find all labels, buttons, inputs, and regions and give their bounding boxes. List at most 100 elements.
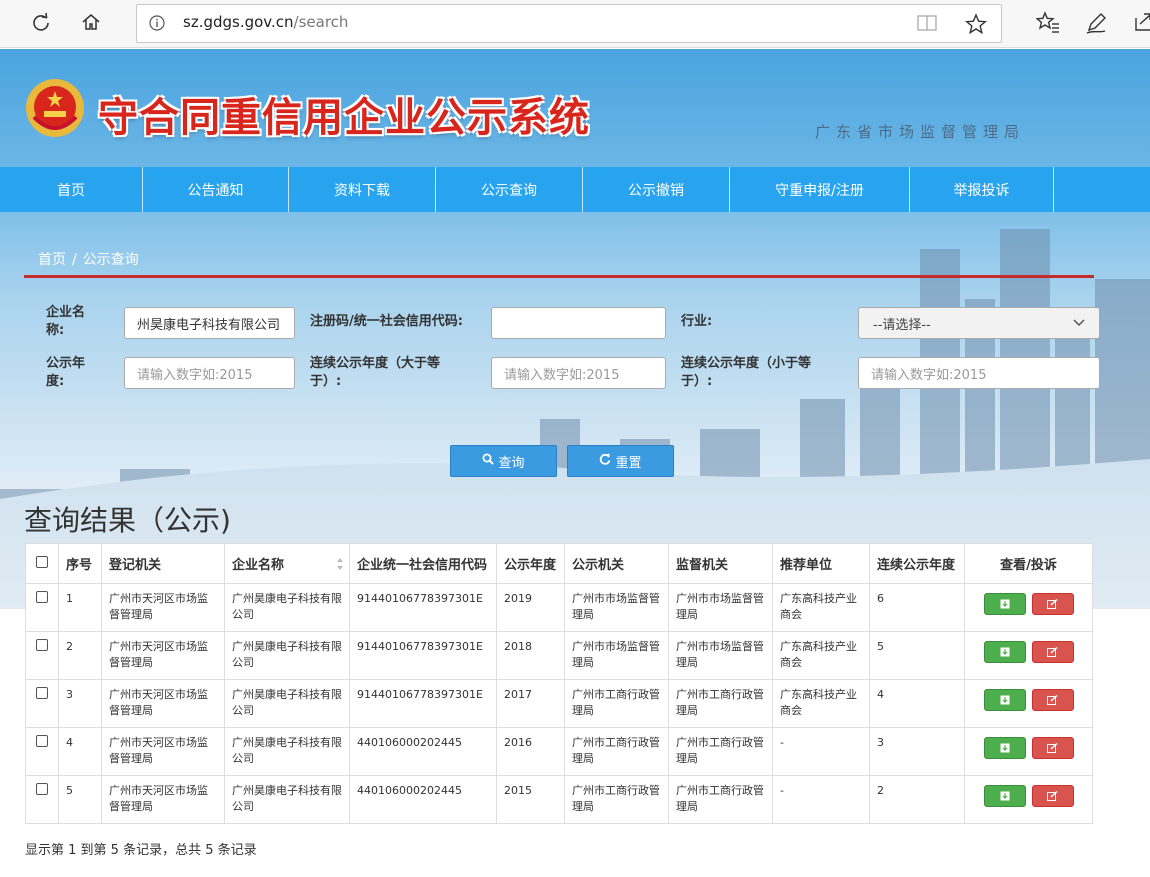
- cell-supervisor: 广州市工商行政管理局: [668, 727, 773, 776]
- table-row: 2 广州市天河区市场监督管理局 广州昊康电子科技有限公司 91440106778…: [25, 631, 1093, 680]
- cell-no: 5: [58, 775, 102, 824]
- row-select-cell: [25, 631, 59, 680]
- cell-recommender: -: [772, 775, 870, 824]
- download-icon: [1000, 599, 1009, 609]
- cell-credit-code: 91440106778397301E: [349, 631, 497, 680]
- cell-company-name: 广州昊康电子科技有限公司: [224, 727, 350, 776]
- table-row: 4 广州市天河区市场监督管理局 广州昊康电子科技有限公司 44010600020…: [25, 727, 1093, 776]
- row-select-cell: [25, 583, 59, 632]
- col-company-name-label: 企业名称: [232, 558, 285, 573]
- favorite-star-icon[interactable]: [964, 13, 988, 39]
- reading-view-icon[interactable]: [917, 14, 937, 36]
- browser-toolbar: sz.gdgs.gov.cn/search: [0, 0, 1150, 48]
- search-icon: [482, 453, 495, 469]
- nav-notices[interactable]: 公告通知: [143, 167, 289, 212]
- cell-supervisor: 广州市市场监督管理局: [668, 583, 773, 632]
- cont-year-lte-input[interactable]: 请输入数字如:2015: [858, 357, 1100, 389]
- address-bar[interactable]: sz.gdgs.gov.cn/search: [136, 4, 1002, 43]
- cell-actions: [964, 775, 1093, 824]
- reset-icon: [599, 453, 611, 469]
- col-publish-authority[interactable]: 公示机关: [564, 543, 669, 584]
- reset-button[interactable]: 重置: [567, 445, 674, 477]
- col-year[interactable]: 公示年度: [496, 543, 565, 584]
- row-checkbox[interactable]: [36, 639, 48, 651]
- col-reg-authority[interactable]: 登记机关: [101, 543, 225, 584]
- nav-complaint[interactable]: 举报投诉: [910, 167, 1054, 212]
- cell-reg-authority: 广州市天河区市场监督管理局: [101, 679, 225, 728]
- cell-year: 2015: [496, 775, 565, 824]
- col-recommender[interactable]: 推荐单位: [772, 543, 870, 584]
- col-credit-code[interactable]: 企业统一社会信用代码: [349, 543, 497, 584]
- table-row: 3 广州市天河区市场监督管理局 广州昊康电子科技有限公司 91440106778…: [25, 679, 1093, 728]
- site-info-icon[interactable]: [149, 15, 165, 35]
- row-select-cell: [25, 679, 59, 728]
- row-checkbox[interactable]: [36, 783, 48, 795]
- industry-select-value: --请选择--: [873, 317, 931, 333]
- share-icon[interactable]: [1134, 10, 1150, 38]
- search-button[interactable]: 查询: [450, 445, 557, 477]
- cell-recommender: 广东高科技产业商会: [772, 679, 870, 728]
- cell-reg-authority: 广州市天河区市场监督管理局: [101, 727, 225, 776]
- favorites-list-icon[interactable]: [1035, 10, 1060, 38]
- col-continuous-years[interactable]: 连续公示年度: [869, 543, 965, 584]
- row-checkbox[interactable]: [36, 591, 48, 603]
- view-button[interactable]: [983, 737, 1026, 759]
- col-supervisor[interactable]: 监督机关: [668, 543, 773, 584]
- row-checkbox[interactable]: [36, 687, 48, 699]
- cell-company-name: 广州昊康电子科技有限公司: [224, 631, 350, 680]
- complaint-button[interactable]: [1031, 689, 1074, 711]
- complaint-button[interactable]: [1031, 641, 1074, 663]
- view-button[interactable]: [983, 593, 1026, 615]
- year-input[interactable]: 请输入数字如:2015: [124, 357, 295, 389]
- cell-reg-authority: 广州市天河区市场监督管理局: [101, 583, 225, 632]
- chevron-down-icon: [1073, 316, 1085, 331]
- col-company-name[interactable]: 企业名称: [224, 543, 350, 584]
- cell-year: 2017: [496, 679, 565, 728]
- pen-icon[interactable]: [1085, 10, 1109, 38]
- company-name-input[interactable]: 州昊康电子科技有限公司: [124, 307, 295, 339]
- cell-publish-authority: 广州市工商行政管理局: [564, 775, 669, 824]
- nav-downloads[interactable]: 资料下载: [289, 167, 436, 212]
- agency-name: 广东省市场监督管理局: [815, 123, 1026, 141]
- cont-year-gte-input[interactable]: 请输入数字如:2015: [491, 357, 666, 389]
- refresh-icon[interactable]: [29, 10, 53, 34]
- cont-year-gte-label: 连续公示年度（大于等于）:: [310, 356, 441, 389]
- title-divider: [24, 275, 1094, 278]
- industry-select[interactable]: --请选择--: [858, 307, 1100, 339]
- select-all-checkbox[interactable]: [36, 555, 48, 568]
- cell-publish-authority: 广州市工商行政管理局: [564, 727, 669, 776]
- cont-year-lte-label: 连续公示年度（小于等于）:: [681, 356, 812, 389]
- main-nav: 首页 公告通知 资料下载 公示查询 公示撤销 守重申报/注册 举报投诉: [0, 167, 1150, 212]
- reg-code-label: 注册码/统一社会信用代码:: [310, 314, 463, 329]
- view-button[interactable]: [983, 689, 1026, 711]
- nav-home[interactable]: 首页: [0, 167, 143, 212]
- cell-year: 2019: [496, 583, 565, 632]
- national-emblem-logo: [26, 79, 84, 137]
- cell-continuous-years: 5: [869, 631, 965, 680]
- cell-no: 2: [58, 631, 102, 680]
- col-no[interactable]: 序号: [58, 543, 102, 584]
- complaint-button[interactable]: [1031, 593, 1074, 615]
- search-button-label: 查询: [498, 455, 525, 471]
- view-button[interactable]: [983, 785, 1026, 807]
- download-icon: [1000, 791, 1009, 801]
- cell-publish-authority: 广州市工商行政管理局: [564, 679, 669, 728]
- edit-icon: [1047, 791, 1058, 801]
- sort-icon[interactable]: [336, 557, 344, 575]
- row-checkbox[interactable]: [36, 735, 48, 747]
- breadcrumb-current: 公示查询: [82, 252, 139, 268]
- breadcrumb-home[interactable]: 首页: [38, 252, 66, 268]
- cell-continuous-years: 3: [869, 727, 965, 776]
- complaint-button[interactable]: [1031, 737, 1074, 759]
- home-icon[interactable]: [79, 10, 103, 34]
- site-title: 守合同重信用企业公示系统: [98, 94, 590, 141]
- view-button[interactable]: [983, 641, 1026, 663]
- company-name-label: 企业名称:: [46, 305, 86, 338]
- nav-apply-register[interactable]: 守重申报/注册: [730, 167, 910, 212]
- reg-code-input[interactable]: [491, 307, 666, 339]
- complaint-button[interactable]: [1031, 785, 1074, 807]
- breadcrumb-separator: /: [72, 252, 77, 268]
- nav-public-query[interactable]: 公示查询: [436, 167, 583, 212]
- edit-icon: [1047, 743, 1058, 753]
- nav-revocation[interactable]: 公示撤销: [583, 167, 730, 212]
